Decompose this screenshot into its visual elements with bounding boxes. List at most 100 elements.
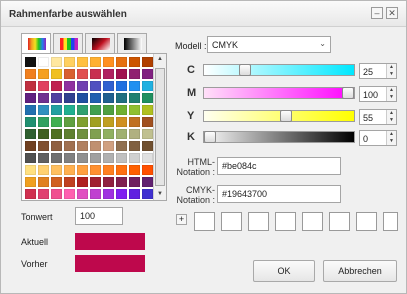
palette-swatch[interactable] — [38, 141, 49, 151]
scroll-down-icon[interactable]: ▼ — [155, 189, 165, 200]
palette-swatch[interactable] — [103, 153, 114, 163]
palette-swatch[interactable] — [129, 105, 140, 115]
yellow-slider[interactable] — [203, 110, 355, 122]
palette-swatch[interactable] — [64, 117, 75, 127]
scroll-up-icon[interactable]: ▲ — [155, 54, 165, 65]
custom-color-slot[interactable] — [194, 212, 215, 231]
yellow-spinner[interactable]: 55 ▲ ▼ — [359, 109, 397, 125]
custom-color-slot[interactable] — [356, 212, 377, 231]
palette-swatch[interactable] — [142, 105, 153, 115]
palette-swatch[interactable] — [64, 69, 75, 79]
tab-palette-blocks[interactable] — [53, 33, 83, 53]
palette-swatch[interactable] — [129, 81, 140, 91]
palette-swatch[interactable] — [90, 189, 101, 199]
palette-swatch[interactable] — [142, 81, 153, 91]
palette-swatch[interactable] — [129, 141, 140, 151]
palette-swatch[interactable] — [64, 93, 75, 103]
palette-swatch[interactable] — [64, 189, 75, 199]
tonwert-input[interactable]: 100 — [75, 207, 123, 225]
palette-swatch[interactable] — [116, 141, 127, 151]
add-custom-color-icon[interactable]: + — [176, 214, 187, 225]
palette-swatch[interactable] — [103, 129, 114, 139]
palette-swatch[interactable] — [38, 129, 49, 139]
palette-swatch[interactable] — [77, 141, 88, 151]
palette-swatch[interactable] — [25, 153, 36, 163]
magenta-spinner[interactable]: 100 ▲ ▼ — [359, 86, 397, 102]
palette-swatch[interactable] — [77, 165, 88, 175]
black-stepper[interactable]: ▲ ▼ — [386, 131, 396, 145]
palette-swatch[interactable] — [51, 117, 62, 127]
palette-swatch[interactable] — [103, 105, 114, 115]
palette-scrollbar[interactable]: ▲ ▼ — [153, 54, 166, 200]
palette-swatch[interactable] — [51, 177, 62, 187]
palette-swatch[interactable] — [51, 165, 62, 175]
cmyk-notation-input[interactable]: #19643700 — [217, 185, 341, 203]
tab-palette-gradient[interactable] — [85, 33, 115, 53]
palette-swatch[interactable] — [25, 105, 36, 115]
palette-swatch[interactable] — [116, 177, 127, 187]
palette-swatch[interactable] — [142, 153, 153, 163]
magenta-stepper[interactable]: ▲ ▼ — [386, 87, 396, 101]
palette-swatch[interactable] — [25, 129, 36, 139]
palette-swatch[interactable] — [90, 129, 101, 139]
palette-swatch[interactable] — [103, 93, 114, 103]
black-spinner[interactable]: 0 ▲ ▼ — [359, 130, 397, 146]
palette-swatch[interactable] — [129, 117, 140, 127]
palette-swatch[interactable] — [116, 69, 127, 79]
palette-swatch[interactable] — [38, 117, 49, 127]
palette-swatch[interactable] — [38, 189, 49, 199]
palette-swatch[interactable] — [103, 69, 114, 79]
custom-color-slot[interactable] — [248, 212, 269, 231]
palette-swatch[interactable] — [90, 93, 101, 103]
cyan-stepper[interactable]: ▲ ▼ — [386, 64, 396, 78]
palette-swatch[interactable] — [25, 117, 36, 127]
palette-swatch[interactable] — [90, 165, 101, 175]
palette-swatch[interactable] — [116, 93, 127, 103]
palette-swatch[interactable] — [103, 165, 114, 175]
close-icon[interactable]: ✕ — [386, 7, 398, 19]
palette-swatch[interactable] — [64, 141, 75, 151]
palette-swatch[interactable] — [38, 177, 49, 187]
cancel-button[interactable]: Abbrechen — [323, 260, 397, 282]
magenta-slider[interactable] — [203, 87, 355, 99]
palette-swatch[interactable] — [77, 117, 88, 127]
palette-swatch[interactable] — [103, 117, 114, 127]
palette-swatch[interactable] — [90, 153, 101, 163]
black-slider[interactable] — [203, 131, 355, 143]
minimize-icon[interactable]: – — [371, 7, 383, 19]
palette-swatch[interactable] — [77, 177, 88, 187]
scroll-thumb[interactable] — [155, 68, 165, 186]
palette-swatch[interactable] — [77, 105, 88, 115]
palette-swatch[interactable] — [142, 189, 153, 199]
tab-palette-rainbow[interactable] — [21, 33, 51, 54]
palette-swatch[interactable] — [25, 69, 36, 79]
palette-swatch[interactable] — [129, 69, 140, 79]
palette-swatch[interactable] — [90, 117, 101, 127]
cyan-slider[interactable] — [203, 64, 355, 76]
palette-swatch[interactable] — [38, 81, 49, 91]
cyan-slider-knob[interactable] — [239, 64, 251, 76]
palette-swatch[interactable] — [25, 189, 36, 199]
palette-swatch[interactable] — [116, 129, 127, 139]
palette-swatch[interactable] — [64, 153, 75, 163]
palette-swatch[interactable] — [51, 81, 62, 91]
custom-color-slot[interactable] — [221, 212, 242, 231]
palette-swatch[interactable] — [90, 69, 101, 79]
palette-swatch[interactable] — [25, 81, 36, 91]
cyan-spinner[interactable]: 25 ▲ ▼ — [359, 63, 397, 79]
palette-swatch[interactable] — [142, 117, 153, 127]
palette-swatch[interactable] — [142, 57, 153, 67]
palette-swatch[interactable] — [64, 57, 75, 67]
custom-color-slot[interactable] — [383, 212, 398, 231]
palette-swatch[interactable] — [51, 189, 62, 199]
palette-swatch[interactable] — [25, 141, 36, 151]
custom-color-slot[interactable] — [302, 212, 323, 231]
black-slider-knob[interactable] — [204, 131, 216, 143]
palette-swatch[interactable] — [116, 189, 127, 199]
palette-swatch[interactable] — [77, 189, 88, 199]
palette-swatch[interactable] — [64, 177, 75, 187]
html-notation-input[interactable]: #be084c — [217, 157, 341, 175]
palette-swatch[interactable] — [51, 69, 62, 79]
palette-swatch[interactable] — [25, 177, 36, 187]
palette-swatch[interactable] — [25, 165, 36, 175]
